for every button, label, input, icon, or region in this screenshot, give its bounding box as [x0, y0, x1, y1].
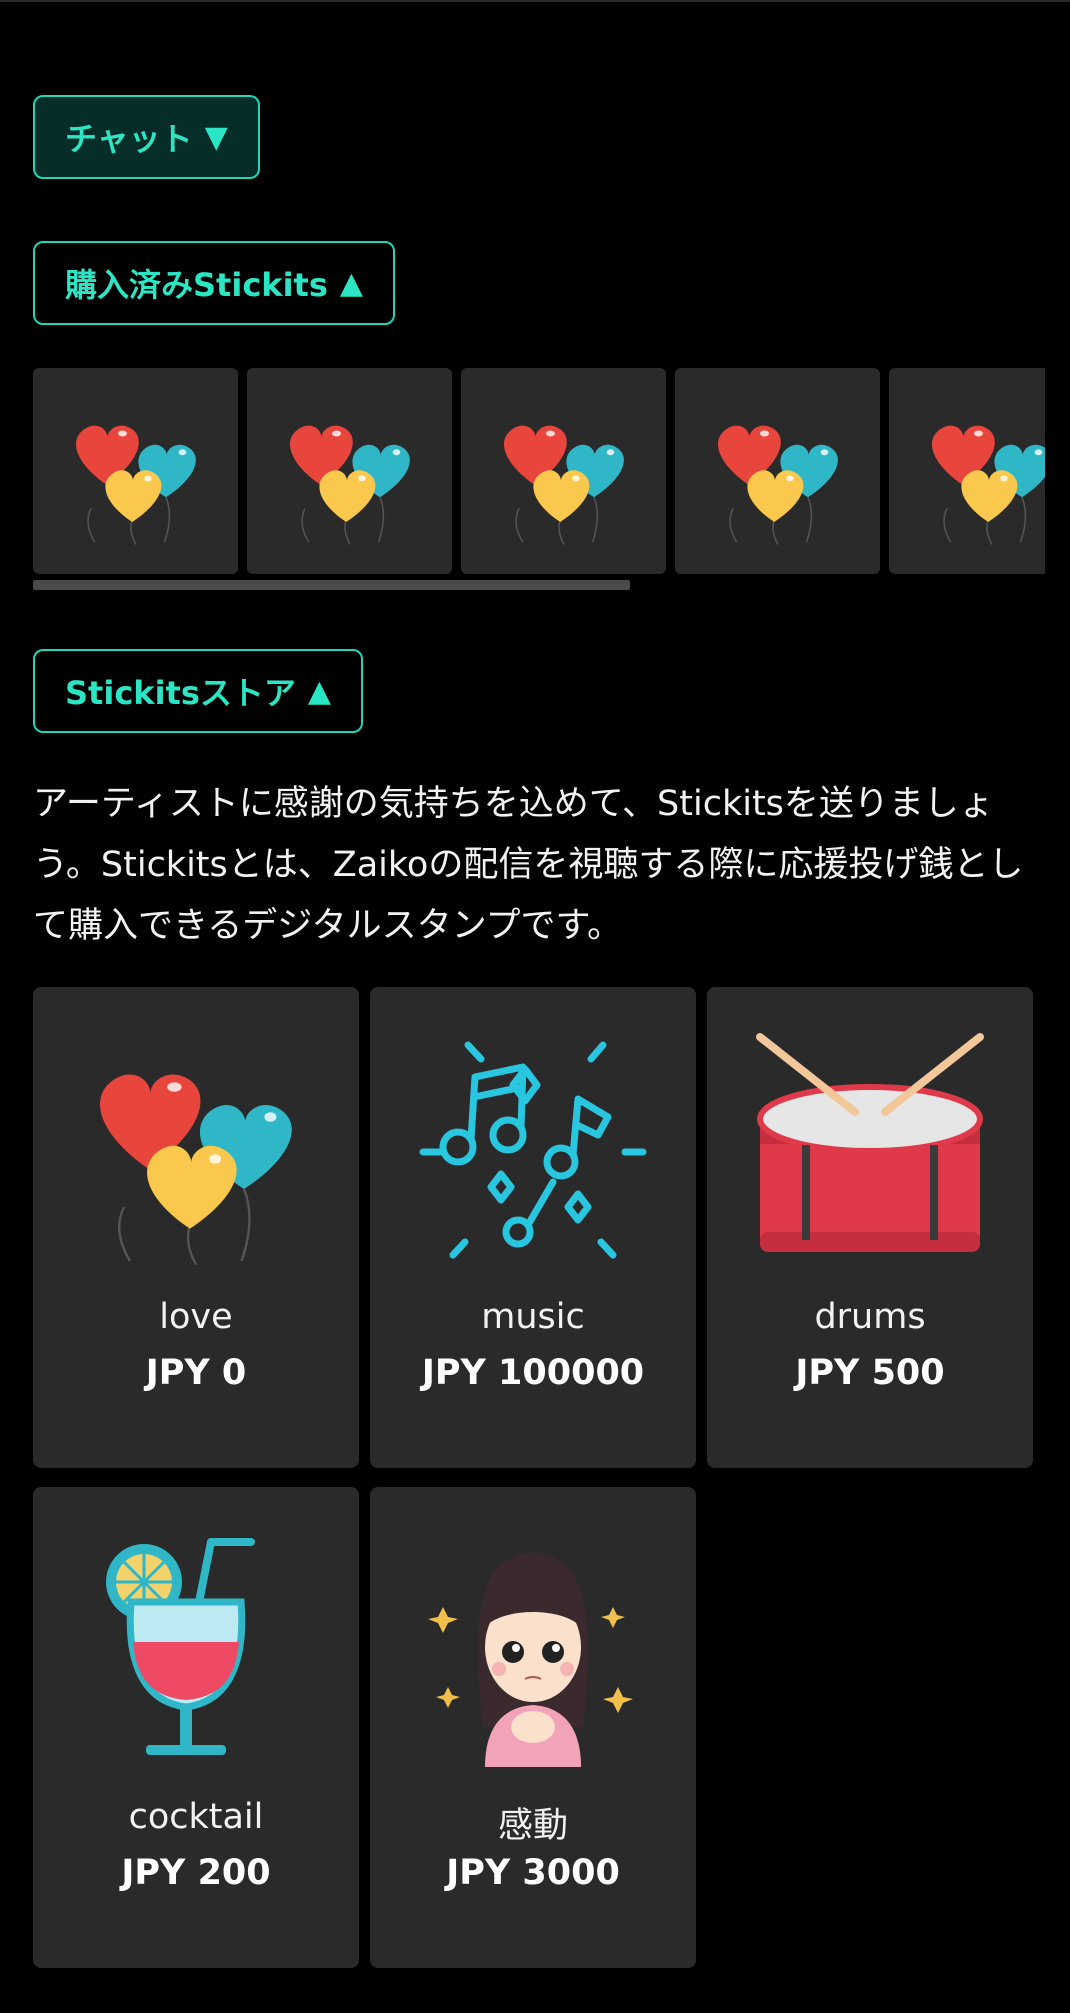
- stickit-price: JPY 100000: [421, 1353, 645, 1393]
- music-notes-icon: [419, 1041, 647, 1259]
- purchased-stickit-item[interactable]: [247, 368, 452, 574]
- purchased-stickits-list[interactable]: [33, 368, 1045, 576]
- stickits-store-toggle-button[interactable]: Stickitsストア ▲: [33, 649, 363, 733]
- purchased-scrollbar[interactable]: [33, 580, 1045, 590]
- stickit-name: love: [159, 1297, 233, 1337]
- stickit-name: drums: [814, 1297, 926, 1337]
- stickit-price: JPY 3000: [446, 1853, 620, 1893]
- cocktail-icon: [106, 1538, 255, 1755]
- caret-up-icon: ▲: [339, 265, 363, 301]
- stickit-price: JPY 0: [145, 1353, 247, 1393]
- stickit-card-cocktail[interactable]: cocktail JPY 200: [33, 1487, 359, 1968]
- chat-toggle-button[interactable]: チャット ▼: [33, 95, 260, 179]
- store-description: アーティストに感謝の気持ちを込めて、Stickitsを送りましょう。Sticki…: [33, 784, 1024, 946]
- stickit-name: cocktail: [128, 1797, 264, 1837]
- caret-up-icon: ▲: [307, 673, 331, 709]
- stickit-price: JPY 500: [795, 1353, 945, 1393]
- stickit-name: 感動: [497, 1806, 568, 1846]
- chat-toggle-label: チャット: [65, 120, 193, 158]
- balloons-icon: [275, 396, 425, 546]
- purchased-stickit-item[interactable]: [889, 368, 1045, 574]
- purchased-stickit-item[interactable]: [461, 368, 666, 574]
- balloons-icon: [703, 396, 853, 546]
- drum-icon: [756, 1033, 984, 1252]
- moved-girl-icon: [428, 1552, 633, 1767]
- purchased-stickit-item[interactable]: [675, 368, 880, 574]
- scrollbar-thumb[interactable]: [33, 580, 630, 590]
- top-divider: [0, 0, 1070, 2]
- stickit-price: JPY 200: [121, 1853, 271, 1893]
- stickit-card-kandou[interactable]: 感動 JPY 3000: [370, 1487, 696, 1968]
- purchased-toggle-label: 購入済みStickits: [65, 266, 328, 304]
- balloons-icon: [76, 1027, 316, 1267]
- purchased-stickit-item[interactable]: [33, 368, 238, 574]
- stickit-name: music: [481, 1297, 585, 1337]
- balloons-icon: [917, 396, 1046, 546]
- purchased-stickits-toggle-button[interactable]: 購入済みStickits ▲: [33, 241, 395, 325]
- balloons-icon: [61, 396, 211, 546]
- stickit-card-drums[interactable]: drums JPY 500: [707, 987, 1033, 1468]
- caret-down-icon: ▼: [204, 119, 228, 155]
- stickit-card-music[interactable]: music JPY 100000: [370, 987, 696, 1468]
- stickit-card-love[interactable]: love JPY 0: [33, 987, 359, 1468]
- balloons-icon: [489, 396, 639, 546]
- store-toggle-label: Stickitsストア: [65, 674, 296, 712]
